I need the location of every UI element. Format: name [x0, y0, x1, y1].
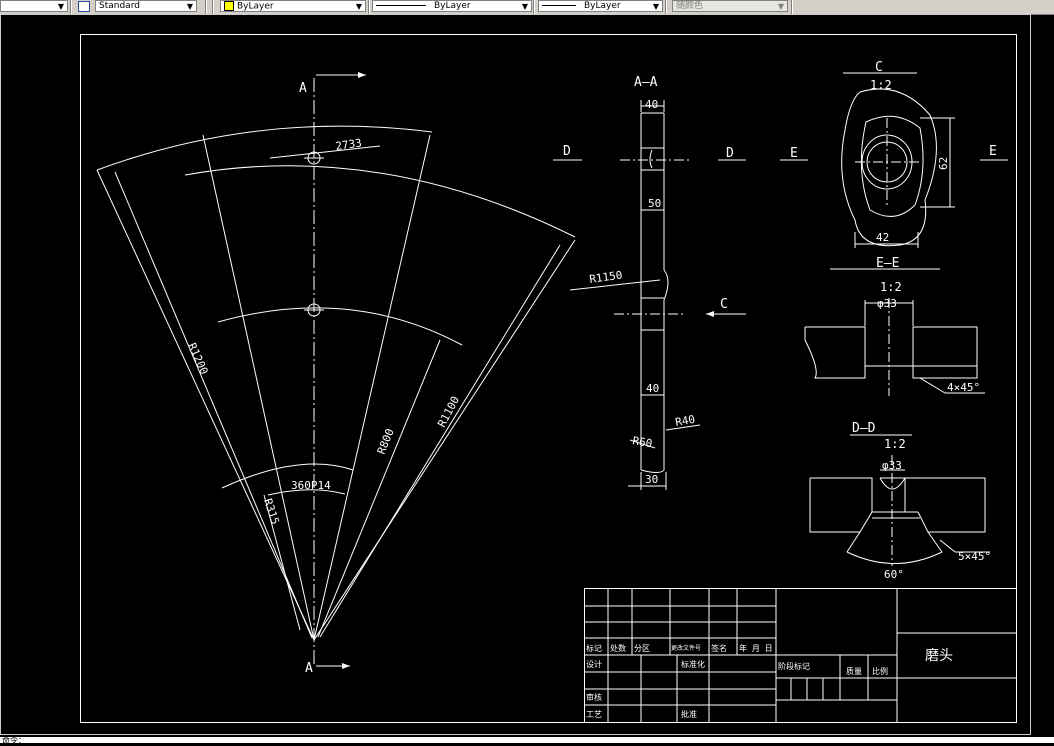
label-e-left: E — [790, 146, 798, 161]
tb-standardize: 标准化 — [681, 659, 705, 669]
tb-design: 设计 — [586, 659, 602, 669]
dim-40-bottom: 40 — [646, 382, 659, 395]
dim-r60: R60 — [631, 434, 653, 450]
dim-r800: R800 — [375, 427, 397, 456]
status-bar: 命令： — [0, 736, 1054, 745]
tb-review: 审核 — [586, 692, 602, 702]
fan-main-view — [96, 74, 576, 667]
section-ee-scale: 1:2 — [880, 280, 902, 294]
dim-5x45: 5×45° — [958, 550, 991, 563]
dim-4x45: 4×45° — [947, 381, 980, 394]
view-c-label: C — [875, 60, 883, 75]
view-c-scale: 1:2 — [870, 78, 892, 92]
dim-phi33-d: φ33 — [882, 459, 902, 472]
section-dd-scale: 1:2 — [884, 437, 906, 451]
arrowhead — [706, 311, 714, 317]
dim-r1150: R1150 — [589, 268, 624, 285]
dim-r1200: R1200 — [185, 341, 210, 377]
tb-signature: 签名 — [711, 643, 727, 653]
sheet-border — [0, 14, 1031, 735]
command-prompt: 命令： — [2, 736, 26, 745]
tb-mark: 标记 — [586, 643, 602, 653]
section-a-bottom-label: A — [305, 661, 313, 676]
dim-r315: R315 — [261, 497, 282, 526]
tb-stage-mark: 阶段标记 — [778, 661, 810, 671]
tb-part-name: 磨头 — [925, 648, 953, 664]
section-aa-label: A–A — [634, 75, 658, 90]
arrowhead — [358, 72, 366, 78]
label-d-right: D — [726, 146, 734, 161]
tb-change-doc: 更改文件号 — [671, 644, 701, 652]
drawing-canvas[interactable]: A–A A A 2733 R1200 R1100 R800 R315 360P1… — [0, 0, 1054, 737]
section-dd-label: D–D — [852, 421, 876, 436]
label-d-left: D — [563, 144, 571, 159]
tb-approve: 批准 — [681, 709, 697, 719]
section-a-top-label: A — [299, 81, 307, 96]
label-c-arrow: C — [720, 297, 728, 312]
arrowhead — [342, 663, 350, 669]
dim-30: 30 — [645, 473, 658, 486]
tb-date: 年 月 日 — [739, 643, 773, 653]
section-ee-label: E–E — [876, 256, 899, 271]
tb-count: 处数 — [610, 643, 626, 653]
tb-scale: 比例 — [872, 666, 888, 676]
tb-process: 工艺 — [586, 710, 602, 719]
section-dd-view — [809, 434, 990, 566]
dim-50: 50 — [648, 197, 661, 210]
dim-2733: 2733 — [335, 136, 363, 153]
dim-62: 62 — [937, 157, 950, 170]
tb-weight: 质量 — [846, 666, 862, 676]
dim-42: 42 — [876, 231, 889, 244]
label-e-right: E — [989, 144, 997, 159]
tb-zone: 分区 — [634, 644, 650, 653]
dim-40-top: 40 — [645, 98, 658, 111]
dim-360p14: 360P14 — [291, 479, 331, 492]
dim-phi33-e: φ33 — [877, 297, 897, 310]
dim-60-degrees: 60° — [884, 568, 904, 581]
